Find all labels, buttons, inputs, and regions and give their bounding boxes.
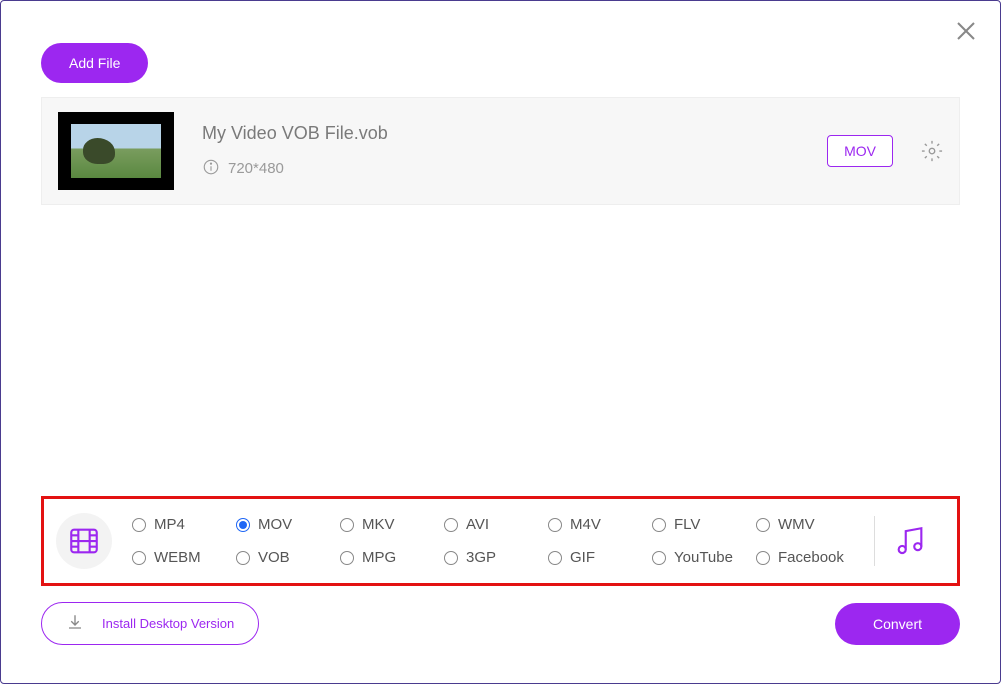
radio-icon: [236, 518, 250, 532]
format-label: MKV: [362, 516, 395, 533]
output-format-badge[interactable]: MOV: [827, 135, 893, 167]
download-icon: [66, 613, 84, 634]
radio-icon: [132, 518, 146, 532]
format-option-webm[interactable]: WEBM: [132, 549, 232, 566]
format-option-avi[interactable]: AVI: [444, 516, 544, 533]
radio-icon: [756, 551, 770, 565]
video-category-icon[interactable]: [56, 513, 112, 569]
format-option-youtube[interactable]: YouTube: [652, 549, 752, 566]
format-label: FLV: [674, 516, 700, 533]
format-option-vob[interactable]: VOB: [236, 549, 336, 566]
radio-icon: [444, 518, 458, 532]
music-category-icon[interactable]: [893, 524, 927, 558]
radio-icon: [652, 518, 666, 532]
radio-icon: [444, 551, 458, 565]
format-label: M4V: [570, 516, 601, 533]
install-desktop-button[interactable]: Install Desktop Version: [41, 602, 259, 645]
format-label: Facebook: [778, 549, 844, 566]
file-info: My Video VOB File.vob 720*480: [202, 123, 827, 180]
close-icon[interactable]: [954, 19, 978, 43]
gear-icon[interactable]: [921, 140, 943, 162]
divider: [874, 516, 875, 566]
format-option-mp4[interactable]: MP4: [132, 516, 232, 533]
radio-icon: [652, 551, 666, 565]
radio-icon: [548, 518, 562, 532]
format-option-m4v[interactable]: M4V: [548, 516, 648, 533]
radio-icon: [340, 551, 354, 565]
format-label: WMV: [778, 516, 815, 533]
radio-icon: [132, 551, 146, 565]
install-desktop-label: Install Desktop Version: [102, 616, 234, 631]
bottom-row: Install Desktop Version Convert: [41, 602, 960, 645]
radio-icon: [548, 551, 562, 565]
format-label: MP4: [154, 516, 185, 533]
format-label: GIF: [570, 549, 595, 566]
format-label: AVI: [466, 516, 489, 533]
info-icon: [202, 158, 220, 180]
format-option-mkv[interactable]: MKV: [340, 516, 440, 533]
add-file-button[interactable]: Add File: [41, 43, 148, 83]
format-option-wmv[interactable]: WMV: [756, 516, 856, 533]
format-label: WEBM: [154, 549, 201, 566]
format-label: VOB: [258, 549, 290, 566]
format-panel: MP4 MOV MKV AVI M4V FLV WMV WEBM VOB MPG 3GP GIF You…: [41, 496, 960, 586]
radio-icon: [236, 551, 250, 565]
format-label: 3GP: [466, 549, 496, 566]
format-option-mpg[interactable]: MPG: [340, 549, 440, 566]
format-label: MOV: [258, 516, 292, 533]
format-option-facebook[interactable]: Facebook: [756, 549, 856, 566]
radio-icon: [756, 518, 770, 532]
file-meta: 720*480: [202, 158, 827, 180]
format-option-gif[interactable]: GIF: [548, 549, 648, 566]
format-option-flv[interactable]: FLV: [652, 516, 752, 533]
video-thumbnail[interactable]: [58, 112, 174, 190]
format-option-3gp[interactable]: 3GP: [444, 549, 544, 566]
format-option-mov[interactable]: MOV: [236, 516, 336, 533]
file-row: My Video VOB File.vob 720*480 MOV: [41, 97, 960, 205]
file-name: My Video VOB File.vob: [202, 123, 827, 144]
format-label: MPG: [362, 549, 396, 566]
format-label: YouTube: [674, 549, 733, 566]
convert-button[interactable]: Convert: [835, 603, 960, 645]
radio-icon: [340, 518, 354, 532]
file-resolution: 720*480: [228, 160, 284, 177]
